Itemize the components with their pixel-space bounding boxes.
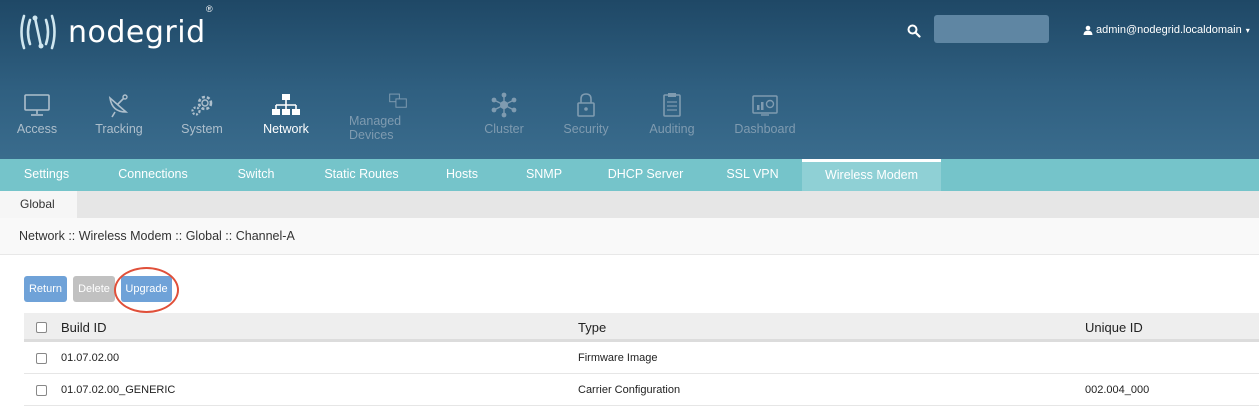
column-header-build-id[interactable]: Build ID bbox=[61, 313, 107, 342]
sub-nav: Settings Connections Switch Static Route… bbox=[0, 159, 1259, 191]
tab-dhcp-server[interactable]: DHCP Server bbox=[588, 159, 703, 191]
type-cell: Firmware Image bbox=[578, 352, 658, 364]
nav-item-security[interactable]: Security bbox=[562, 92, 610, 142]
tab-wireless-modem[interactable]: Wireless Modem bbox=[802, 159, 941, 191]
nav-item-auditing[interactable]: Auditing bbox=[648, 92, 696, 142]
dashboard-icon bbox=[752, 95, 778, 116]
type-cell: Carrier Configuration bbox=[578, 384, 681, 396]
chevron-down-icon: ▾ bbox=[1245, 25, 1250, 35]
nav-item-managed-devices[interactable]: Managed Devices bbox=[349, 92, 446, 142]
nodegrid-logo-icon bbox=[20, 14, 56, 50]
row-checkbox[interactable] bbox=[36, 353, 47, 364]
breadcrumb: Network :: Wireless Modem :: Global :: C… bbox=[0, 218, 1259, 255]
nav-label: System bbox=[181, 122, 223, 136]
table-row[interactable]: 01.07.02.00 Firmware Image bbox=[24, 342, 1259, 374]
secondary-tab-bar: Global bbox=[0, 191, 1259, 218]
nav-item-tracking[interactable]: Tracking bbox=[94, 92, 144, 142]
highlight-circle bbox=[114, 267, 179, 313]
select-all-checkbox[interactable] bbox=[36, 322, 47, 333]
brand-logo[interactable]: nodegrid bbox=[16, 10, 206, 54]
build-table: Build ID Type Unique ID 01.07.02.00 Firm… bbox=[24, 313, 1259, 406]
return-button[interactable]: Return bbox=[24, 276, 67, 302]
network-tree-icon bbox=[272, 94, 300, 115]
column-header-unique-id[interactable]: Unique ID bbox=[1085, 313, 1143, 342]
nav-item-system[interactable]: System bbox=[180, 92, 224, 142]
search-input[interactable] bbox=[934, 15, 1049, 43]
build-id-cell: 01.07.02.00 bbox=[61, 352, 120, 364]
table-row[interactable]: 01.07.02.00_GENERIC Carrier Configuratio… bbox=[24, 374, 1259, 406]
nav-item-cluster[interactable]: Cluster bbox=[482, 92, 526, 142]
nav-item-access[interactable]: Access bbox=[16, 92, 58, 142]
tab-switch[interactable]: Switch bbox=[213, 159, 299, 191]
nav-label: Dashboard bbox=[734, 122, 796, 136]
devices-icon bbox=[388, 93, 407, 108]
cluster-icon bbox=[491, 92, 517, 118]
top-header: nodegrid ® admin@nodegrid.localdomain ▾ … bbox=[0, 0, 1259, 159]
tab-connections[interactable]: Connections bbox=[93, 159, 213, 191]
table-header: Build ID Type Unique ID bbox=[24, 313, 1259, 342]
nav-label: Managed Devices bbox=[349, 114, 402, 142]
nav-item-dashboard[interactable]: Dashboard bbox=[734, 92, 796, 142]
row-checkbox[interactable] bbox=[36, 385, 47, 396]
tab-snmp[interactable]: SNMP bbox=[500, 159, 588, 191]
nav-label: Security bbox=[563, 122, 609, 136]
nav-label: Access bbox=[16, 122, 58, 136]
gears-icon bbox=[191, 95, 213, 116]
search-icon[interactable] bbox=[907, 24, 921, 38]
user-menu[interactable]: admin@nodegrid.localdomain ▾ bbox=[1083, 24, 1250, 36]
lock-icon bbox=[577, 93, 595, 117]
satellite-dish-icon bbox=[108, 94, 129, 118]
tab-settings[interactable]: Settings bbox=[0, 159, 93, 191]
registered-mark: ® bbox=[206, 4, 213, 14]
column-header-type[interactable]: Type bbox=[578, 313, 606, 342]
tab-static-routes[interactable]: Static Routes bbox=[299, 159, 424, 191]
brand-name: nodegrid bbox=[68, 14, 206, 50]
monitor-icon bbox=[24, 94, 50, 116]
nav-label: Cluster bbox=[484, 122, 524, 136]
user-icon bbox=[1083, 25, 1093, 35]
tab-hosts[interactable]: Hosts bbox=[424, 159, 500, 191]
tab-ssl-vpn[interactable]: SSL VPN bbox=[703, 159, 802, 191]
unique-id-cell: 002.004_000 bbox=[1085, 384, 1150, 396]
tab-global[interactable]: Global bbox=[0, 191, 77, 218]
user-name: admin@nodegrid.localdomain bbox=[1096, 24, 1242, 36]
nav-label: Network bbox=[263, 122, 309, 136]
build-id-cell: 01.07.02.00_GENERIC bbox=[61, 384, 176, 396]
nav-item-network[interactable]: Network bbox=[260, 92, 312, 142]
nav-label: Tracking bbox=[95, 122, 143, 136]
nav-label: Auditing bbox=[649, 122, 695, 136]
clipboard-icon bbox=[663, 93, 681, 117]
delete-button[interactable]: Delete bbox=[73, 276, 115, 302]
